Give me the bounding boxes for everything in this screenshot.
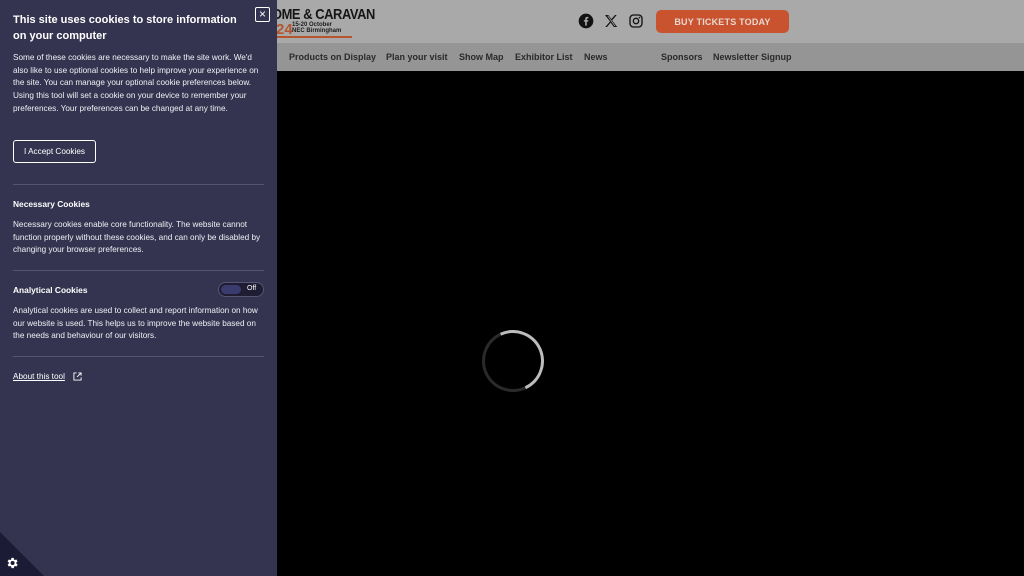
toggle-knob bbox=[221, 285, 241, 294]
cookie-intro-text: Some of these cookies are necessary to m… bbox=[13, 53, 259, 113]
instagram-icon[interactable] bbox=[628, 13, 644, 29]
nav-item-exhibitor-list[interactable]: Exhibitor List bbox=[515, 52, 573, 62]
x-icon[interactable] bbox=[603, 13, 619, 29]
nav-item-news[interactable]: News bbox=[584, 52, 608, 62]
cookie-panel-title: This site uses cookies to store informat… bbox=[13, 14, 237, 42]
nav-item-plan-visit[interactable]: Plan your visit bbox=[386, 52, 448, 62]
external-link-icon bbox=[73, 372, 82, 381]
necessary-cookies-text: Necessary cookies enable core functional… bbox=[13, 220, 261, 255]
cookie-panel: This site uses cookies to store informat… bbox=[0, 0, 277, 576]
divider bbox=[13, 356, 264, 357]
nav-item-newsletter[interactable]: Newsletter Signup bbox=[713, 52, 792, 62]
divider bbox=[13, 270, 264, 271]
nav-item-products[interactable]: Products on Display bbox=[289, 52, 376, 62]
analytical-cookies-toggle[interactable]: Off bbox=[218, 282, 264, 297]
divider bbox=[13, 184, 264, 185]
gear-icon[interactable] bbox=[5, 556, 19, 570]
logo-dates: 15-20 October NEC Birmingham bbox=[292, 22, 342, 34]
accept-cookies-button[interactable]: I Accept Cookies bbox=[13, 140, 96, 163]
about-tool-link[interactable]: About this tool bbox=[13, 372, 65, 381]
facebook-icon[interactable] bbox=[578, 13, 594, 29]
show-logo[interactable]: OME & CARAVAN 24 15-20 October NEC Birmin… bbox=[272, 6, 375, 38]
logo-underline bbox=[276, 36, 352, 38]
loading-spinner bbox=[473, 321, 553, 401]
buy-tickets-button[interactable]: BUY TICKETS TODAY bbox=[656, 10, 789, 33]
analytical-cookies-text: Analytical cookies are used to collect a… bbox=[13, 306, 258, 341]
nav-item-sponsors[interactable]: Sponsors bbox=[661, 52, 703, 62]
analytical-cookies-title: Analytical Cookies bbox=[13, 285, 88, 295]
necessary-cookies-title: Necessary Cookies bbox=[13, 199, 90, 209]
close-button[interactable]: × bbox=[255, 7, 270, 22]
toggle-state-label: Off bbox=[247, 285, 257, 292]
nav-item-show-map[interactable]: Show Map bbox=[459, 52, 504, 62]
